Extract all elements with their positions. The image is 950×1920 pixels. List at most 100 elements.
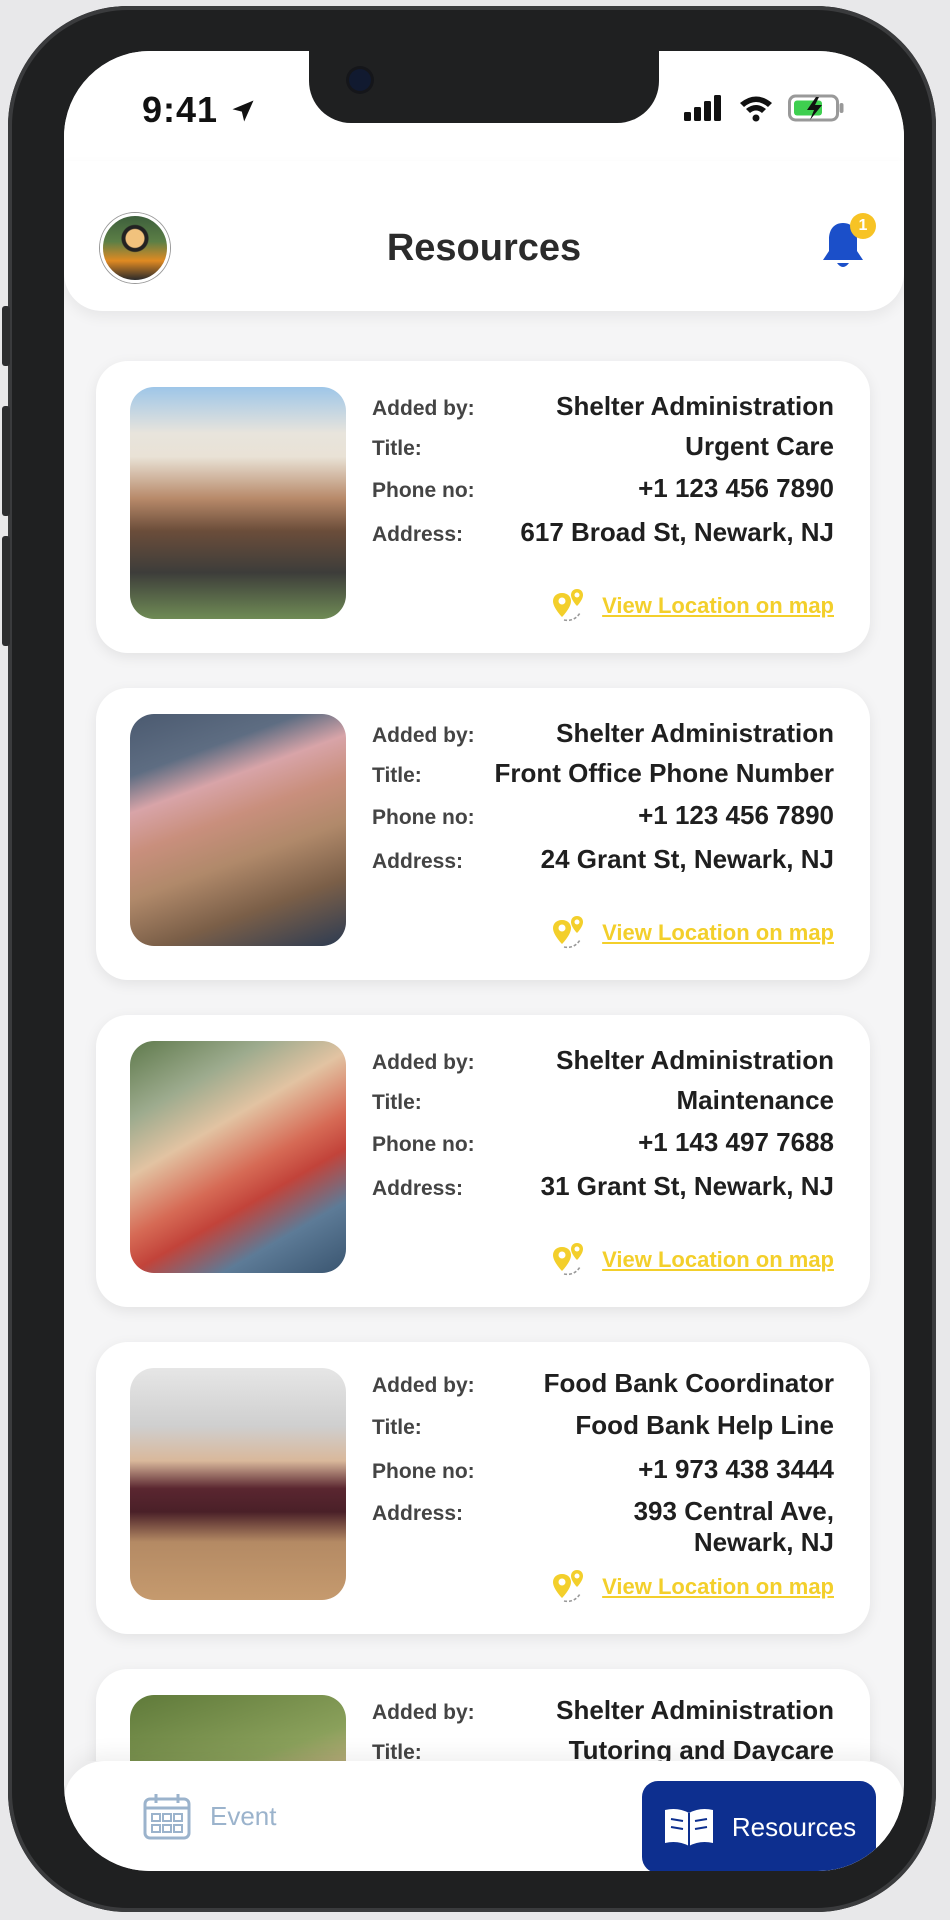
- added-by-value: Shelter Administration: [556, 1695, 834, 1725]
- location-arrow-icon: [232, 100, 254, 122]
- phone-row: Phone no: +1 143 497 7688: [372, 1127, 834, 1158]
- open-book-icon: [664, 1809, 713, 1846]
- wifi-icon: [740, 96, 772, 122]
- address-label: Address:: [372, 1177, 464, 1200]
- added-by-label: Added by:: [372, 724, 475, 747]
- view-location-text[interactable]: View Location on map: [602, 1574, 834, 1600]
- resource-list[interactable]: Added by: Shelter Administration Title: …: [64, 311, 904, 1761]
- notch: [309, 51, 659, 123]
- address-row: Address: 24 Grant St, Newark, NJ: [372, 844, 834, 875]
- title-label: Title:: [372, 437, 422, 460]
- bottom-nav: Event Resources: [64, 1761, 904, 1871]
- added-by-row: Added by: Shelter Administration: [372, 1695, 834, 1726]
- resource-card[interactable]: Added by: Shelter Administration Title: …: [96, 1669, 870, 1761]
- map-pin-icon: [553, 916, 584, 949]
- address-label: Address:: [372, 850, 464, 873]
- title-value: Tutoring and Daycare: [568, 1735, 834, 1761]
- phone-row: Phone no: +1 123 456 7890: [372, 473, 834, 504]
- address-label: Address:: [372, 1502, 464, 1525]
- address-value: 31 Grant St, Newark, NJ: [540, 1171, 834, 1201]
- resource-photo: [130, 714, 346, 946]
- resource-photo: [130, 387, 346, 619]
- title-row: Title: Tutoring and Daycare: [372, 1735, 834, 1761]
- page-title: Resources: [386, 227, 582, 269]
- title-value: Maintenance: [676, 1085, 835, 1115]
- address-row: Address: 617 Broad St, Newark, NJ: [372, 517, 834, 548]
- view-location-link[interactable]: View Location on map: [550, 1570, 834, 1604]
- view-location-link[interactable]: View Location on map: [550, 1243, 834, 1277]
- added-by-label: Added by:: [372, 1374, 475, 1397]
- tab-resources-label: Resources: [731, 1811, 857, 1842]
- view-location-text[interactable]: View Location on map: [602, 593, 834, 619]
- title-label: Title:: [372, 764, 422, 787]
- status-time: 9:41: [142, 89, 257, 131]
- address-line-1: 393 Central Ave,: [633, 1496, 834, 1526]
- added-by-value: Food Bank Coordinator: [543, 1368, 834, 1398]
- title-row: Title: Maintenance: [372, 1085, 834, 1116]
- view-location-link[interactable]: View Location on map: [550, 589, 834, 623]
- phone-label: Phone no:: [372, 1460, 475, 1483]
- map-pin-icon: [553, 589, 584, 622]
- notification-badge: 1: [850, 213, 876, 239]
- status-icons: [684, 93, 846, 123]
- address-row: Address: 31 Grant St, Newark, NJ: [372, 1171, 834, 1202]
- resource-card[interactable]: Added by: Shelter Administration Title: …: [96, 361, 870, 653]
- tab-event-label: Event: [210, 1800, 277, 1831]
- tab-event[interactable]: Event: [142, 1761, 277, 1871]
- phone-value[interactable]: +1 123 456 7890: [638, 800, 834, 831]
- resource-card[interactable]: Added by: Food Bank Coordinator Title: F…: [96, 1342, 870, 1634]
- added-by-row: Added by: Food Bank Coordinator: [372, 1368, 834, 1399]
- title-label: Title:: [372, 1416, 422, 1439]
- phone-label: Phone no:: [372, 1133, 475, 1156]
- status-bar: 9:41: [64, 51, 904, 161]
- phone-value[interactable]: +1 143 497 7688: [638, 1127, 834, 1158]
- title-label: Title:: [372, 1091, 422, 1114]
- phone-row: Phone no: +1 123 456 7890: [372, 800, 834, 831]
- volume-down-button: [2, 536, 10, 646]
- address-value: 393 Central Ave, Newark, NJ: [634, 1496, 834, 1558]
- map-pin-icon: [553, 1243, 584, 1276]
- phone-label: Phone no:: [372, 806, 475, 829]
- title-row: Title: Front Office Phone Number: [372, 758, 834, 789]
- app-header: Resources 1: [64, 161, 904, 311]
- app-screen: 9:41 Resources 1 Added by: Shelter Admin…: [64, 51, 904, 1871]
- phone-frame: 9:41 Resources 1 Added by: Shelter Admin…: [2, 6, 936, 1912]
- added-by-row: Added by: Shelter Administration: [372, 391, 834, 422]
- resource-card[interactable]: Added by: Shelter Administration Title: …: [96, 688, 870, 980]
- title-label: Title:: [372, 1741, 422, 1761]
- resource-photo: [130, 1695, 346, 1761]
- phone-label: Phone no:: [372, 479, 475, 502]
- added-by-label: Added by:: [372, 1701, 475, 1724]
- title-value: Food Bank Help Line: [575, 1410, 834, 1440]
- cellular-signal-icon: [684, 95, 721, 121]
- front-camera: [349, 69, 371, 91]
- title-row: Title: Urgent Care: [372, 431, 834, 462]
- address-row: Address: 393 Central Ave, Newark, NJ: [372, 1496, 834, 1558]
- map-pin-icon: [553, 1570, 584, 1603]
- address-line-2: Newark, NJ: [693, 1527, 834, 1557]
- title-row: Title: Food Bank Help Line: [372, 1410, 834, 1441]
- address-value: 617 Broad St, Newark, NJ: [520, 517, 834, 547]
- view-location-text[interactable]: View Location on map: [602, 1247, 834, 1273]
- volume-up-button: [2, 406, 10, 516]
- added-by-row: Added by: Shelter Administration: [372, 718, 834, 749]
- time-text: 9:41: [142, 89, 219, 130]
- view-location-link[interactable]: View Location on map: [550, 916, 834, 950]
- address-label: Address:: [372, 523, 464, 546]
- phone-row: Phone no: +1 973 438 3444: [372, 1454, 834, 1485]
- view-location-text[interactable]: View Location on map: [602, 920, 834, 946]
- title-value: Front Office Phone Number: [494, 758, 834, 788]
- added-by-label: Added by:: [372, 1051, 475, 1074]
- resource-photo: [130, 1041, 346, 1273]
- resource-card[interactable]: Added by: Shelter Administration Title: …: [96, 1015, 870, 1307]
- tab-resources[interactable]: Resources: [642, 1781, 876, 1871]
- added-by-label: Added by:: [372, 397, 475, 420]
- battery-charging-icon: [788, 94, 844, 122]
- mute-switch: [2, 306, 10, 366]
- added-by-value: Shelter Administration: [556, 391, 834, 421]
- added-by-value: Shelter Administration: [556, 1045, 834, 1075]
- phone-value[interactable]: +1 123 456 7890: [638, 473, 834, 504]
- title-value: Urgent Care: [685, 431, 834, 461]
- calendar-icon: [143, 1794, 191, 1840]
- phone-value[interactable]: +1 973 438 3444: [638, 1454, 834, 1485]
